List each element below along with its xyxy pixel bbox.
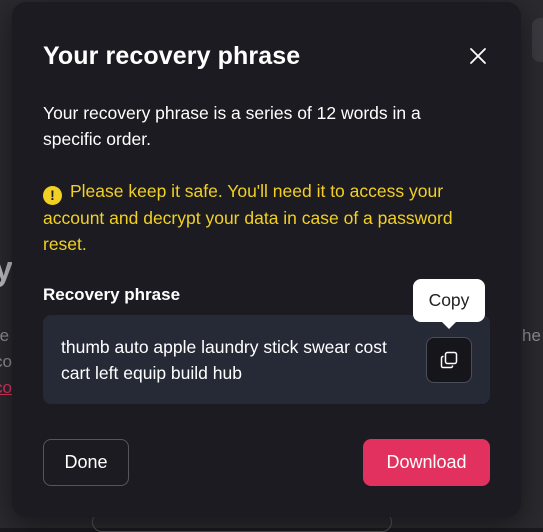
warning-text: Please keep it safe. You'll need it to a…: [43, 181, 453, 254]
recovery-phrase-label: Recovery phrase: [43, 285, 181, 304]
recovery-phrase-text: thumb auto apple laundry stick swear cos…: [61, 337, 387, 383]
background-link-fragment: co: [0, 378, 12, 397]
exclamation-circle-icon: !: [43, 186, 62, 205]
copy-icon: [440, 351, 458, 369]
background-text-fragment: co: [0, 352, 12, 371]
background-text-fragment: he: [522, 326, 541, 345]
recovery-phrase-box: thumb auto apple laundry stick swear cos…: [43, 315, 490, 404]
copy-button[interactable]: [426, 337, 472, 383]
done-button[interactable]: Done: [43, 439, 129, 486]
close-icon: [470, 48, 486, 64]
download-button[interactable]: Download: [363, 439, 490, 486]
copy-tooltip: Copy: [413, 279, 485, 329]
background-button-fragment: [532, 18, 543, 62]
warning-message: ! Please keep it safe. You'll need it to …: [43, 178, 498, 257]
dialog-description: Your recovery phrase is a series of 12 w…: [43, 103, 421, 149]
background-text-fragment: re: [0, 326, 10, 345]
background-heading-fragment: y: [0, 250, 13, 288]
dialog-title: Your recovery phrase: [43, 42, 301, 70]
recovery-phrase-dialog: Your recovery phrase Your recovery phras…: [12, 2, 521, 517]
close-button[interactable]: [464, 42, 492, 70]
